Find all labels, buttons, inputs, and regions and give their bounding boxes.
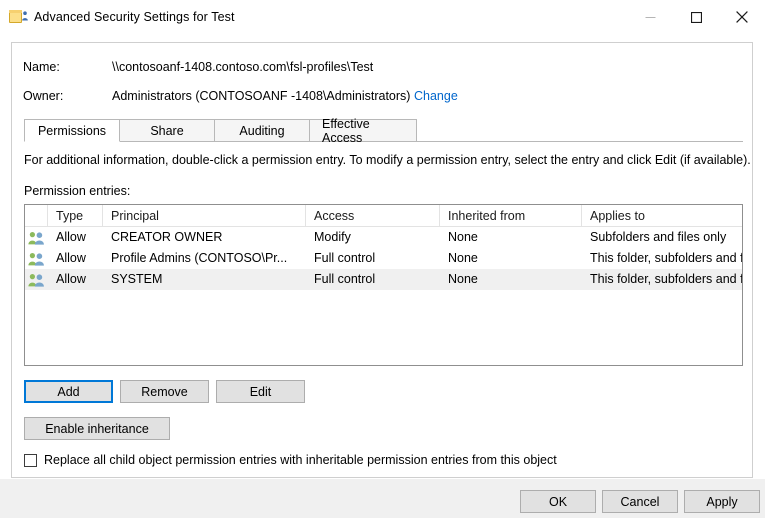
tabstrip: Permissions Share Auditing Effective Acc… [24, 119, 743, 142]
tab-effective-access[interactable]: Effective Access [309, 119, 417, 142]
tab-auditing[interactable]: Auditing [214, 119, 310, 142]
window-title: Advanced Security Settings for Test [34, 10, 235, 24]
main-panel: Name: \\contosoanf-1408.contoso.com\fsl-… [11, 42, 753, 478]
cell-access: Modify [306, 227, 440, 248]
column-header-principal[interactable]: Principal [103, 205, 306, 227]
cell-inherited-from: None [440, 248, 582, 269]
tab-auditing-label: Auditing [239, 124, 284, 138]
ok-button[interactable]: OK [520, 490, 596, 513]
cell-type: Allow [48, 227, 103, 248]
column-header-icon[interactable] [25, 205, 48, 227]
close-icon [736, 11, 748, 23]
cell-principal: CREATOR OWNER [103, 227, 306, 248]
cell-applies-to: Subfolders and files only [582, 227, 742, 248]
dialog-footer: OK Cancel Apply [0, 479, 765, 518]
change-owner-link[interactable]: Change [414, 89, 458, 103]
replace-child-permissions-checkbox[interactable] [24, 454, 37, 467]
cell-applies-to: This folder, subfolders and files [582, 269, 742, 290]
table-row[interactable]: Allow CREATOR OWNER Modify None Subfolde… [25, 227, 742, 248]
help-text: For additional information, double-click… [24, 153, 751, 167]
column-header-access[interactable]: Access [306, 205, 440, 227]
tab-share-label: Share [150, 124, 183, 138]
owner-label: Owner: [23, 89, 63, 103]
cell-principal: Profile Admins (CONTOSO\Pr... [103, 248, 306, 269]
replace-child-permissions-checkbox-row[interactable]: Replace all child object permission entr… [24, 453, 557, 467]
table-row[interactable]: Allow SYSTEM Full control None This fold… [25, 269, 742, 290]
list-header-row: Type Principal Access Inherited from App… [25, 205, 742, 227]
cell-access: Full control [306, 248, 440, 269]
permission-entries-list[interactable]: Type Principal Access Inherited from App… [24, 204, 743, 366]
permission-entries-label: Permission entries: [24, 184, 130, 198]
apply-button[interactable]: Apply [684, 490, 760, 513]
cell-type: Allow [48, 269, 103, 290]
close-button[interactable] [719, 0, 765, 34]
enable-inheritance-button[interactable]: Enable inheritance [24, 417, 170, 440]
title-bar: Advanced Security Settings for Test [0, 0, 765, 34]
cell-access: Full control [306, 269, 440, 290]
cell-type: Allow [48, 248, 103, 269]
add-button[interactable]: Add [24, 380, 113, 403]
users-icon [25, 248, 48, 269]
column-header-applies-to[interactable]: Applies to [582, 205, 742, 227]
shared-folder-icon [9, 9, 25, 25]
window-controls [627, 0, 765, 34]
cell-inherited-from: None [440, 269, 582, 290]
table-row[interactable]: Allow Profile Admins (CONTOSO\Pr... Full… [25, 248, 742, 269]
cell-principal: SYSTEM [103, 269, 306, 290]
tab-permissions-label: Permissions [38, 124, 106, 138]
minimize-icon [645, 12, 656, 23]
person-overlay-icon [22, 11, 28, 21]
users-icon [25, 227, 48, 248]
cancel-button[interactable]: Cancel [602, 490, 678, 513]
owner-value: Administrators (CONTOSOANF -1408\Adminis… [112, 89, 410, 103]
remove-button[interactable]: Remove [120, 380, 209, 403]
maximize-button[interactable] [673, 0, 719, 34]
users-icon [25, 269, 48, 290]
tab-permissions[interactable]: Permissions [24, 119, 120, 142]
edit-button[interactable]: Edit [216, 380, 305, 403]
name-value: \\contosoanf-1408.contoso.com\fsl-profil… [112, 60, 373, 74]
tab-effective-access-label: Effective Access [322, 117, 404, 145]
replace-child-permissions-label: Replace all child object permission entr… [44, 453, 557, 467]
maximize-icon [691, 12, 702, 23]
tab-share[interactable]: Share [119, 119, 215, 142]
minimize-button[interactable] [627, 0, 673, 34]
cell-inherited-from: None [440, 227, 582, 248]
name-label: Name: [23, 60, 60, 74]
cell-applies-to: This folder, subfolders and files [582, 248, 742, 269]
column-header-inherited-from[interactable]: Inherited from [440, 205, 582, 227]
column-header-type[interactable]: Type [48, 205, 103, 227]
